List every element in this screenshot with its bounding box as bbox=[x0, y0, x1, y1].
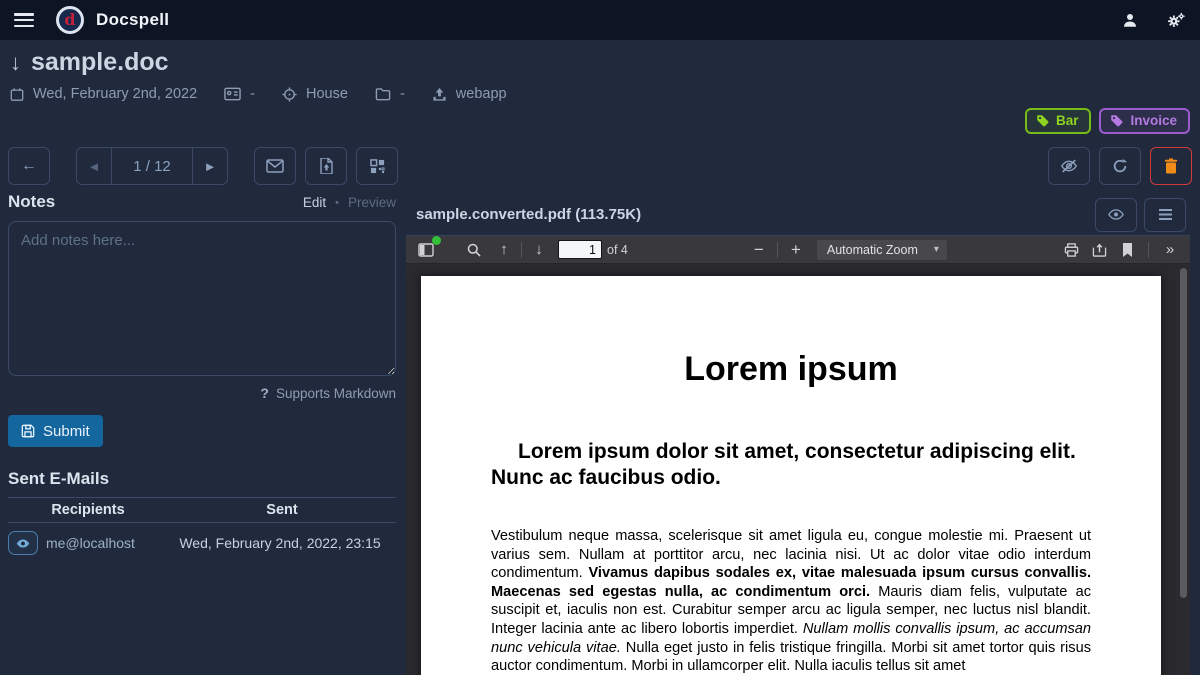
file-menu-button[interactable] bbox=[1144, 198, 1186, 232]
page-count-label: of 4 bbox=[607, 243, 628, 257]
markdown-hint: Supports Markdown bbox=[276, 386, 396, 401]
save-icon bbox=[21, 424, 35, 438]
dot-separator: • bbox=[335, 197, 339, 209]
eye-icon bbox=[1108, 208, 1124, 221]
download-arrow-icon: ↓ bbox=[10, 50, 21, 76]
print-button[interactable] bbox=[1059, 239, 1083, 261]
tags-row: Bar Invoice bbox=[1025, 108, 1190, 134]
qr-code-icon bbox=[370, 159, 385, 174]
question-icon: ? bbox=[260, 385, 269, 401]
more-tools-button[interactable]: » bbox=[1158, 239, 1182, 261]
reprocess-button[interactable] bbox=[1099, 147, 1141, 185]
download-icon bbox=[1092, 243, 1107, 257]
mail-sent-date: Wed, February 2nd, 2022, 23:15 bbox=[164, 535, 396, 551]
find-button[interactable] bbox=[462, 239, 486, 261]
file-upload-icon bbox=[320, 158, 333, 174]
tag-bar[interactable]: Bar bbox=[1025, 108, 1092, 134]
unconfirm-button[interactable] bbox=[1048, 147, 1090, 185]
qr-code-button[interactable] bbox=[356, 147, 398, 185]
list-icon bbox=[1158, 208, 1173, 221]
trash-icon bbox=[1164, 158, 1178, 174]
redo-icon bbox=[1112, 158, 1128, 174]
view-mail-button[interactable] bbox=[8, 531, 38, 555]
left-sidebar: Notes Edit • Preview ? Supports Markdown… bbox=[8, 192, 396, 561]
mail-recipient: me@localhost bbox=[46, 535, 164, 551]
prev-page-button[interactable]: ◄ bbox=[77, 148, 111, 184]
bookmark-button[interactable] bbox=[1115, 239, 1139, 261]
pdf-paragraph: Vestibulum neque massa, scelerisque sit … bbox=[491, 527, 1091, 675]
viewer-scrollbar[interactable] bbox=[1180, 268, 1187, 598]
page-indicator: 1 / 12 bbox=[111, 148, 193, 184]
back-button[interactable]: ← bbox=[8, 147, 50, 185]
pdf-file-label: sample.converted.pdf (113.75K) bbox=[416, 206, 641, 223]
pdf-viewer-area[interactable]: Lorem ipsum Lorem ipsum dolor sit amet, … bbox=[406, 264, 1190, 675]
notes-preview-link[interactable]: Preview bbox=[348, 195, 396, 210]
download-button[interactable] bbox=[1087, 239, 1111, 261]
col-recipients: Recipients bbox=[8, 502, 168, 518]
settings-cogs-icon[interactable] bbox=[1166, 10, 1186, 30]
tag-icon bbox=[1036, 114, 1049, 127]
notes-edit-link[interactable]: Edit bbox=[303, 195, 326, 210]
folder-icon bbox=[375, 87, 391, 101]
pdf-document-subtitle: Lorem ipsum dolor sit amet, consectetur … bbox=[491, 439, 1091, 491]
sidebar-notification-dot bbox=[432, 236, 441, 245]
send-mail-button[interactable] bbox=[254, 147, 296, 185]
delete-button[interactable] bbox=[1150, 147, 1192, 185]
chevron-double-right-icon: » bbox=[1166, 241, 1174, 258]
print-icon bbox=[1064, 243, 1079, 257]
pdf-document-title: Lorem ipsum bbox=[421, 350, 1161, 389]
chevron-down-icon: ▾ bbox=[934, 244, 939, 255]
sent-email-row: me@localhost Wed, February 2nd, 2022, 23… bbox=[8, 523, 396, 561]
arrow-down-icon: ↓ bbox=[535, 241, 543, 258]
zoom-level-select[interactable]: Automatic Zoom ▾ bbox=[817, 240, 947, 260]
pdfjs-toolbar: ↑ ↓ of 4 − + Automatic Zoom ▾ bbox=[406, 236, 1190, 264]
eye-slash-icon bbox=[1060, 158, 1078, 174]
docspell-logo-icon[interactable]: d bbox=[56, 6, 84, 34]
tag-icon bbox=[1110, 114, 1123, 127]
menu-icon[interactable] bbox=[14, 13, 34, 27]
page-number-input[interactable] bbox=[558, 240, 602, 259]
notes-input[interactable] bbox=[8, 221, 396, 376]
item-header: ↓ sample.doc Wed, February 2nd, 2022 - H… bbox=[10, 48, 507, 102]
search-icon bbox=[467, 243, 481, 257]
item-date: Wed, February 2nd, 2022 bbox=[33, 86, 197, 102]
item-correspondent: - bbox=[250, 86, 255, 102]
address-card-icon bbox=[224, 87, 241, 101]
add-files-button[interactable] bbox=[305, 147, 347, 185]
docspell-app: d Docspell bbox=[0, 0, 1200, 675]
arrow-up-icon: ↑ bbox=[500, 241, 508, 258]
item-folder: - bbox=[400, 86, 405, 102]
submit-button[interactable]: Submit bbox=[8, 415, 103, 447]
item-source: webapp bbox=[456, 86, 507, 102]
upload-icon bbox=[432, 87, 447, 102]
top-navbar: d Docspell bbox=[0, 0, 1200, 40]
bookmark-icon bbox=[1122, 243, 1133, 257]
sent-emails-heading: Sent E-Mails bbox=[8, 469, 396, 489]
preview-toggle-button[interactable] bbox=[1095, 198, 1137, 232]
zoom-out-button[interactable]: − bbox=[746, 240, 772, 260]
next-page-button[interactable]: ► bbox=[193, 148, 227, 184]
sent-emails-table: Recipients Sent me@localhost Wed, Februa… bbox=[8, 497, 396, 561]
eye-icon bbox=[16, 538, 30, 549]
pdf-panel-header: sample.converted.pdf (113.75K) bbox=[406, 194, 1190, 236]
next-page-button-viewer[interactable]: ↓ bbox=[527, 239, 551, 261]
page-nav-group: ◄ 1 / 12 ► bbox=[76, 147, 228, 185]
sidebar-toggle-button[interactable] bbox=[414, 239, 438, 261]
item-concerning: House bbox=[306, 86, 348, 102]
user-icon[interactable] bbox=[1120, 10, 1140, 30]
pdf-page: Lorem ipsum Lorem ipsum dolor sit amet, … bbox=[421, 276, 1161, 675]
previous-page-button[interactable]: ↑ bbox=[492, 239, 516, 261]
notes-heading: Notes bbox=[8, 192, 55, 212]
app-title: Docspell bbox=[96, 10, 169, 30]
envelope-icon bbox=[266, 159, 284, 173]
crosshairs-icon bbox=[282, 87, 297, 102]
item-title: sample.doc bbox=[31, 48, 169, 77]
pdf-panel: sample.converted.pdf (113.75K) ↑ bbox=[406, 194, 1190, 675]
item-toolbar: ← ◄ 1 / 12 ► bbox=[8, 147, 1192, 185]
zoom-in-button[interactable]: + bbox=[783, 240, 809, 260]
col-sent: Sent bbox=[168, 502, 396, 518]
calendar-icon bbox=[10, 87, 24, 102]
tag-invoice[interactable]: Invoice bbox=[1099, 108, 1190, 134]
